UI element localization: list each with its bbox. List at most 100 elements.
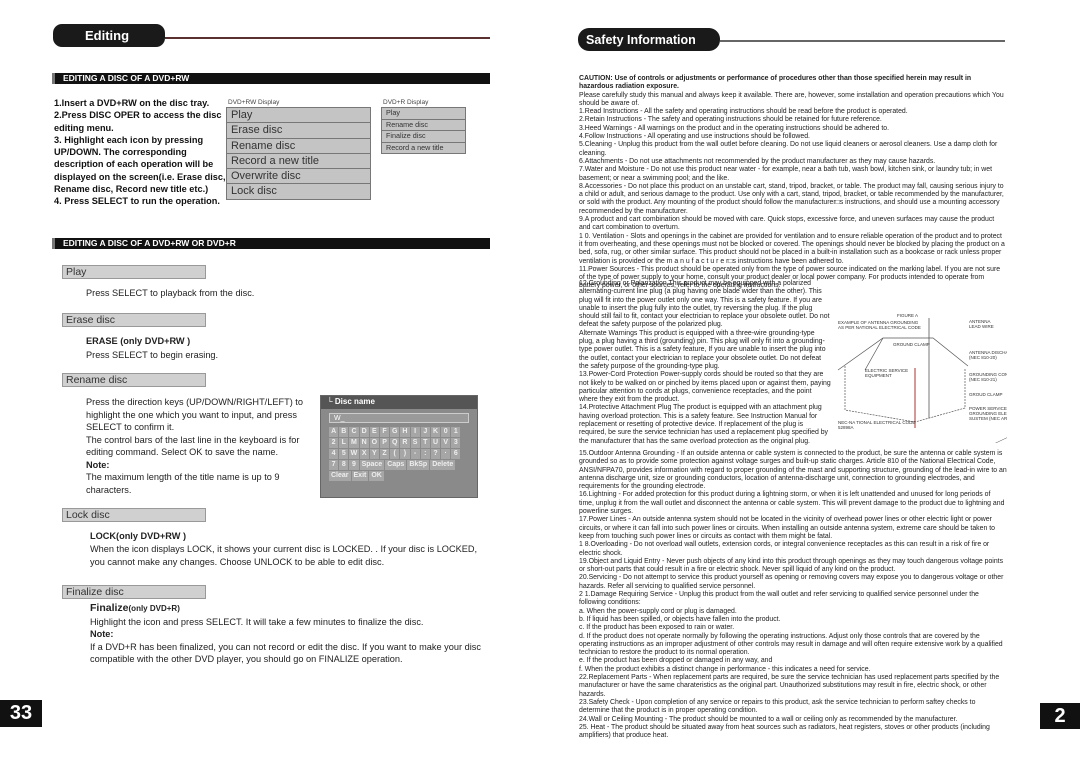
keyboard-key[interactable]: 3 [451,438,461,448]
keyboard-key[interactable]: J [420,427,430,437]
safety-paragraph: d. If the product does not operate norma… [579,632,1003,657]
safety-paragraph: 25. Heat - The product should be situate… [579,723,990,740]
keyboard-key[interactable]: · [441,449,451,459]
safety-paragraph: 1.Read Instructions - All the safety and… [579,108,908,116]
keyboard-key[interactable]: K [430,427,441,437]
keyboard-key[interactable]: S [410,438,420,448]
header-rule [165,37,490,39]
section-tab-safety: Safety Information [578,28,720,51]
rw-display-label: DVD+RW Display [228,99,280,106]
keyboard-key[interactable]: Y [369,449,379,459]
section-tab-editing: Editing [53,24,165,47]
keyboard-key[interactable]: - [410,449,420,459]
keyboard-command-delete[interactable]: Delete [430,460,456,470]
keyboard-key[interactable]: G [390,427,400,437]
keyboard-key[interactable]: B [339,427,349,437]
figure-caption: EXAMPLE OF ANTENNA GROUNDING AS PER NATIO… [838,320,921,330]
keyboard-key[interactable]: D [359,427,369,437]
keyboard-command-exit[interactable]: Exit [351,471,369,481]
keyboard-key[interactable]: T [420,438,430,448]
finalize-subheading: Finalize(only DVD+R) [90,602,490,616]
keyboard-key[interactable]: ( [390,449,400,459]
safety-paragraph: e. If the product has been dropped or da… [579,657,773,665]
keyboard-key[interactable]: N [359,438,369,448]
safety-bottom: 15.Outdoor Antenna Grounding - If an out… [579,450,1007,740]
rw-menu-item: Rename disc [227,139,370,154]
finalize-sub-small: (only DVD+R) [128,604,180,613]
keyboard-key[interactable]: 6 [451,449,461,459]
keyboard-key[interactable]: 4 [329,449,339,459]
rename-note-label: Note: [86,459,110,470]
keyboard-key[interactable]: X [359,449,369,459]
keyboard-command-caps[interactable]: Caps [385,460,407,470]
safety-paragraph: 20.Servicing - Do not attempt to service… [579,574,1004,590]
rename-note: The maximum length of the title name is … [86,472,280,495]
keyboard-key[interactable]: 8 [339,460,349,470]
safety-paragraph: 5.Cleaning - Unplug this product from th… [579,141,998,157]
disc-name-title: └ Disc name [321,396,477,409]
keyboard-key[interactable]: 5 [339,449,349,459]
rw-menu-item: Lock disc [231,185,277,198]
rw-menu-item: Erase disc [227,123,370,139]
keyboard-key[interactable]: L [339,438,349,448]
keyboard-key[interactable]: 2 [329,438,339,448]
keyboard-key[interactable]: 7 [329,460,339,470]
keyboard-key[interactable]: ? [430,449,441,459]
keyboard-command-bksp[interactable]: BkSp [407,460,430,470]
play-text: Press SELECT to playback from the disc. [86,288,255,298]
keyboard-key[interactable]: U [430,438,441,448]
safety-paragraph: b. If liquid has been spilled, or object… [579,615,781,623]
keyboard-key[interactable]: 9 [349,460,359,470]
keyboard-key[interactable]: R [400,438,410,448]
keyboard-command-ok[interactable]: OK [369,471,384,481]
safety-paragraph: 13.Power-Cord Protection Power-supply co… [579,371,831,404]
safety-paragraph: 6.Attachments - Do not use attachments n… [579,157,936,165]
keyboard-key[interactable]: : [420,449,430,459]
r-menu-item: Play [382,108,465,120]
safety-paragraph: 7.Water and Moisture - Do not use this p… [579,166,993,182]
keyboard-key[interactable]: V [441,438,451,448]
fig-label-ground-clamp: GROUND CLAMP [893,342,930,347]
keyboard-key[interactable]: Q [390,438,400,448]
r-menu-item: Finalize disc [382,131,465,143]
keyboard-key[interactable]: C [349,427,359,437]
keyboard-key[interactable]: Z [379,449,390,459]
header-rule [720,40,1005,42]
r-menu: Play Rename disc Finalize disc Record a … [381,107,466,154]
disc-name-input[interactable]: W_ [329,413,469,423]
keyboard-key[interactable]: F [379,427,390,437]
fig-label-groud-clamp: GROUD CLAMP [969,392,1003,397]
section-bar-dvdrw: EDITING A DISC OF A DVD+RW [52,73,490,84]
keyboard-key[interactable]: 1 [451,427,461,437]
keyboard-key[interactable]: O [369,438,379,448]
step: 3. Highlight each icon by pressing UP/DO… [54,134,226,195]
keyboard-key[interactable]: A [329,427,339,437]
fig-label-nec: NEC-NA TIONAL ELECTRICAL CODE 52898A [838,420,915,430]
lock-text: When the icon displays LOCK, it shows yo… [90,544,478,567]
safety-paragraph: 14.Protective Attachment Plug The produc… [579,404,828,445]
keyboard-command-clear[interactable]: Clear [329,471,351,481]
keyboard-command-space[interactable]: Space [359,460,385,470]
section-bar-dvdrw-dvdr: EDITING A DISC OF A DVD+RW OR DVD+R [52,238,490,249]
finalize-heading: Finalize disc [62,585,206,599]
fig-label-discharge: ANTENNA DISCHARGE(NEC 810-20) [969,350,1007,360]
fig-label-conductors: GROUNDING CONDUCTORS(NEC 810-21) [969,372,1007,382]
editing-steps: 1.Insert a DVD+RW on the disc tray. 2.Pr… [54,97,226,208]
r-menu-item: Record a new title [386,142,444,152]
keyboard-key[interactable]: 0 [441,427,451,437]
keyboard-key[interactable]: M [349,438,359,448]
figure-title: FIGURE A [897,313,918,318]
safety-mid: 12.Grounding or Polarization This produc… [579,280,831,446]
keyboard-key[interactable]: W [349,449,359,459]
keyboard-key[interactable]: H [400,427,410,437]
safety-paragraph: 17.Power Lines - An outside antenna syst… [579,516,995,540]
keyboard-key[interactable]: E [369,427,379,437]
keyboard-key[interactable]: ) [400,449,410,459]
lock-subheading: LOCK(only DVD+RW ) [90,531,187,541]
safety-paragraph: 19.Object and Liquid Entry - Never push … [579,557,1004,574]
safety-paragraph: 12.Grounding or Polarization This produc… [579,280,830,329]
keyboard-key[interactable]: I [410,427,420,437]
rw-menu-item: Play [227,108,370,124]
finalize-text: Highlight the icon and press SELECT. It … [90,616,424,627]
keyboard-key[interactable]: P [379,438,390,448]
